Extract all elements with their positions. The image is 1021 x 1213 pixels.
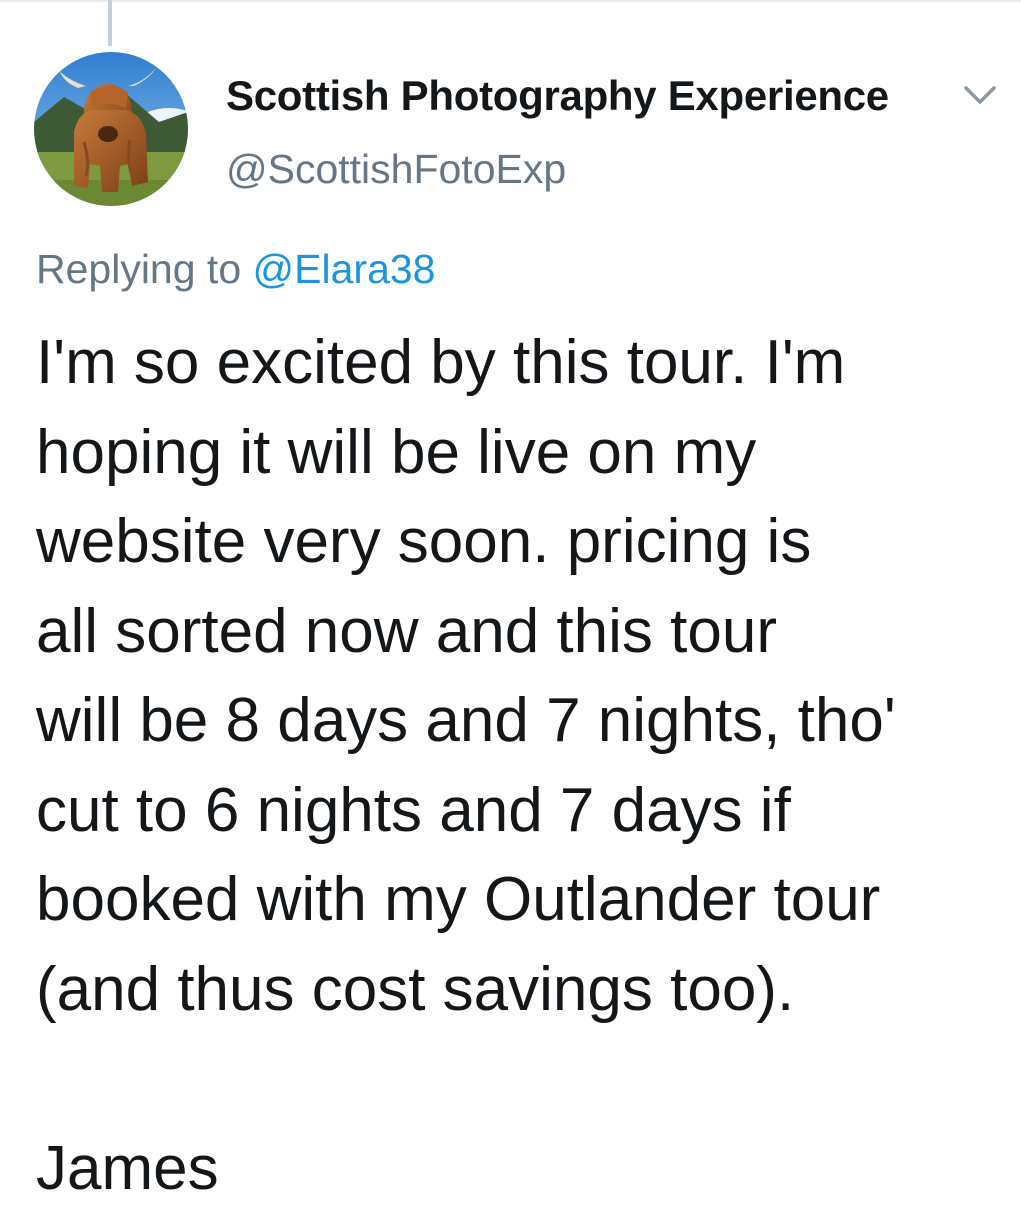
- replying-to-label: Replying to: [36, 246, 241, 292]
- reply-mention-link[interactable]: @Elara38: [253, 246, 436, 292]
- replying-to-line: Replying to @Elara38: [36, 246, 435, 293]
- tweet-text-line: (and thus cost savings too).: [36, 945, 1011, 1035]
- tweet-text-line: hoping it will be live on my: [36, 408, 1011, 498]
- tweet-blank-line: [36, 1034, 1011, 1124]
- highland-cow-avatar-icon: [34, 52, 188, 206]
- tweet-text-line: all sorted now and this tour: [36, 587, 1011, 677]
- tweet-text-line: cut to 6 nights and 7 days if: [36, 766, 1011, 856]
- tweet-text-line: will be 8 days and 7 nights, tho': [36, 676, 1011, 766]
- chevron-down-icon[interactable]: [960, 80, 1000, 110]
- avatar[interactable]: [34, 52, 188, 206]
- tweet-text-line: booked with my Outlander tour: [36, 855, 1011, 945]
- top-divider: [0, 0, 1021, 2]
- thread-connector-line: [108, 0, 112, 46]
- tweet-text-line: I'm so excited by this tour. I'm: [36, 318, 1011, 408]
- author-handle[interactable]: @ScottishFotoExp: [226, 146, 566, 193]
- author-display-name[interactable]: Scottish Photography Experience: [226, 72, 889, 120]
- tweet-text-line: website very soon. pricing is: [36, 497, 1011, 587]
- tweet-text: I'm so excited by this tour. I'm hoping …: [36, 318, 1011, 1213]
